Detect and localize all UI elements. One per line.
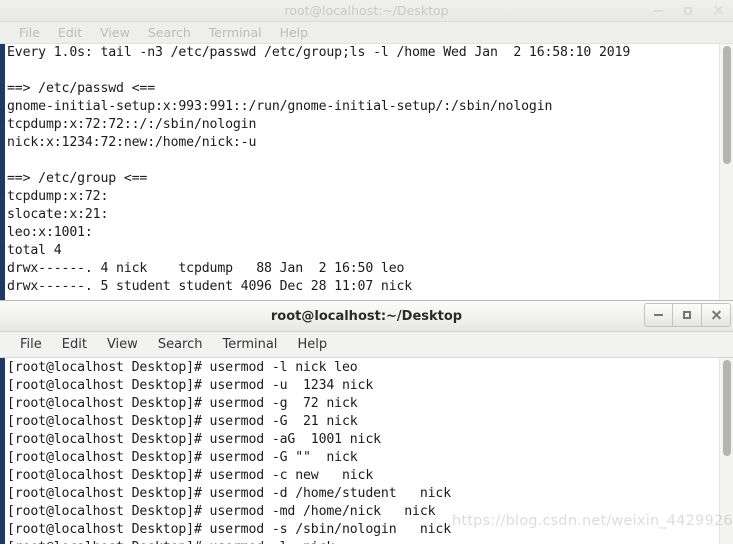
titlebar-active[interactable]: root@localhost:~/Desktop [0, 300, 733, 332]
terminal-line: drwx------. 4 nick tcpdump 88 Jan 2 16:5… [7, 261, 405, 276]
terminal-line: slocate:x:21: [7, 207, 109, 222]
close-icon [711, 310, 722, 321]
close-button[interactable] [703, 0, 733, 22]
terminal-line: ==> /etc/group <== [7, 171, 148, 186]
terminal-line: [root@localhost Desktop]# usermod -G "" … [7, 450, 358, 465]
terminal-line: Every 1.0s: tail -n3 /etc/passwd /etc/gr… [7, 45, 631, 60]
menu-search[interactable]: Search [139, 25, 200, 40]
terminal-line: [root@localhost Desktop]# usermod -aG 10… [7, 432, 381, 447]
terminal-line: leo:x:1001: [7, 225, 93, 240]
titlebar-inactive[interactable]: root@localhost:~/Desktop [0, 0, 733, 22]
terminal-line: [root@localhost Desktop]# usermod -md /h… [7, 504, 436, 519]
terminal-line: [root@localhost Desktop]# usermod -c new… [7, 468, 374, 483]
menu-terminal[interactable]: Terminal [212, 337, 287, 352]
desktop: root@localhost:~/Desktop File Edit View … [0, 0, 733, 545]
menu-edit[interactable]: Edit [49, 25, 91, 40]
menu-search[interactable]: Search [148, 337, 213, 352]
menu-view[interactable]: View [91, 25, 139, 40]
close-button[interactable] [702, 303, 731, 327]
scrollbar[interactable] [719, 358, 733, 544]
terminal-line: ==> /etc/passwd <== [7, 81, 156, 96]
menu-view[interactable]: View [97, 337, 148, 352]
terminal-line: [root@localhost Desktop]# usermod -u 123… [7, 378, 374, 393]
menu-file[interactable]: File [10, 25, 49, 40]
terminal-output-area[interactable]: Every 1.0s: tail -n3 /etc/passwd /etc/gr… [0, 44, 733, 301]
terminal-line: nick:x:1234:72:new:/home/nick:-u [7, 135, 257, 150]
terminal-text: [root@localhost Desktop]# usermod -l nic… [7, 359, 715, 544]
terminal-line: gnome-initial-setup:x:993:991::/run/gnom… [7, 99, 553, 114]
menubar: File Edit View Search Terminal Help [0, 22, 733, 44]
window-controls [643, 0, 733, 21]
minimize-button[interactable] [644, 303, 673, 327]
menu-terminal[interactable]: Terminal [200, 25, 271, 40]
terminal-text: Every 1.0s: tail -n3 /etc/passwd /etc/gr… [7, 44, 715, 296]
maximize-button[interactable] [673, 303, 702, 327]
minimize-icon [654, 314, 663, 316]
maximize-button[interactable] [673, 0, 703, 22]
scrollbar-thumb[interactable] [723, 360, 731, 456]
scrollbar[interactable] [719, 44, 733, 301]
close-icon [713, 5, 724, 16]
menu-file[interactable]: File [10, 337, 52, 352]
menu-help[interactable]: Help [271, 25, 318, 40]
window-title: root@localhost:~/Desktop [284, 3, 449, 18]
maximize-icon [684, 6, 692, 15]
terminal-left-accent [0, 358, 5, 544]
terminal-line: [root@localhost Desktop]# usermod -l nic… [7, 539, 715, 544]
menu-edit[interactable]: Edit [52, 337, 97, 352]
terminal-line: [root@localhost Desktop]# usermod -g 72 … [7, 396, 358, 411]
terminal-line: tcpdump:x:72:72::/:/sbin/nologin [7, 117, 257, 132]
window-title: root@localhost:~/Desktop [270, 309, 463, 324]
terminal-line: drwx------. 5 student student 4096 Dec 2… [7, 279, 413, 294]
terminal-line: total 4 [7, 243, 62, 258]
terminal-output-area[interactable]: [root@localhost Desktop]# usermod -l nic… [0, 358, 733, 544]
terminal-line: [root@localhost Desktop]# usermod -d /ho… [7, 486, 452, 501]
window-controls [644, 303, 731, 329]
terminal-line: [root@localhost Desktop]# usermod -G 21 … [7, 414, 358, 429]
terminal-window-watch[interactable]: root@localhost:~/Desktop File Edit View … [0, 0, 733, 302]
terminal-line: tcpdump:x:72: [7, 189, 109, 204]
menu-help[interactable]: Help [287, 337, 337, 352]
terminal-line: [root@localhost Desktop]# usermod -s /sb… [7, 522, 452, 537]
terminal-left-accent [0, 44, 5, 301]
minimize-button[interactable] [643, 0, 673, 22]
scrollbar-thumb[interactable] [723, 46, 731, 164]
terminal-line: [root@localhost Desktop]# usermod -l nic… [7, 360, 358, 375]
minimize-icon [653, 9, 663, 12]
maximize-icon [683, 311, 691, 319]
terminal-window-commands[interactable]: root@localhost:~/Desktop File Edit View … [0, 300, 733, 545]
menubar: File Edit View Search Terminal Help [0, 332, 733, 358]
